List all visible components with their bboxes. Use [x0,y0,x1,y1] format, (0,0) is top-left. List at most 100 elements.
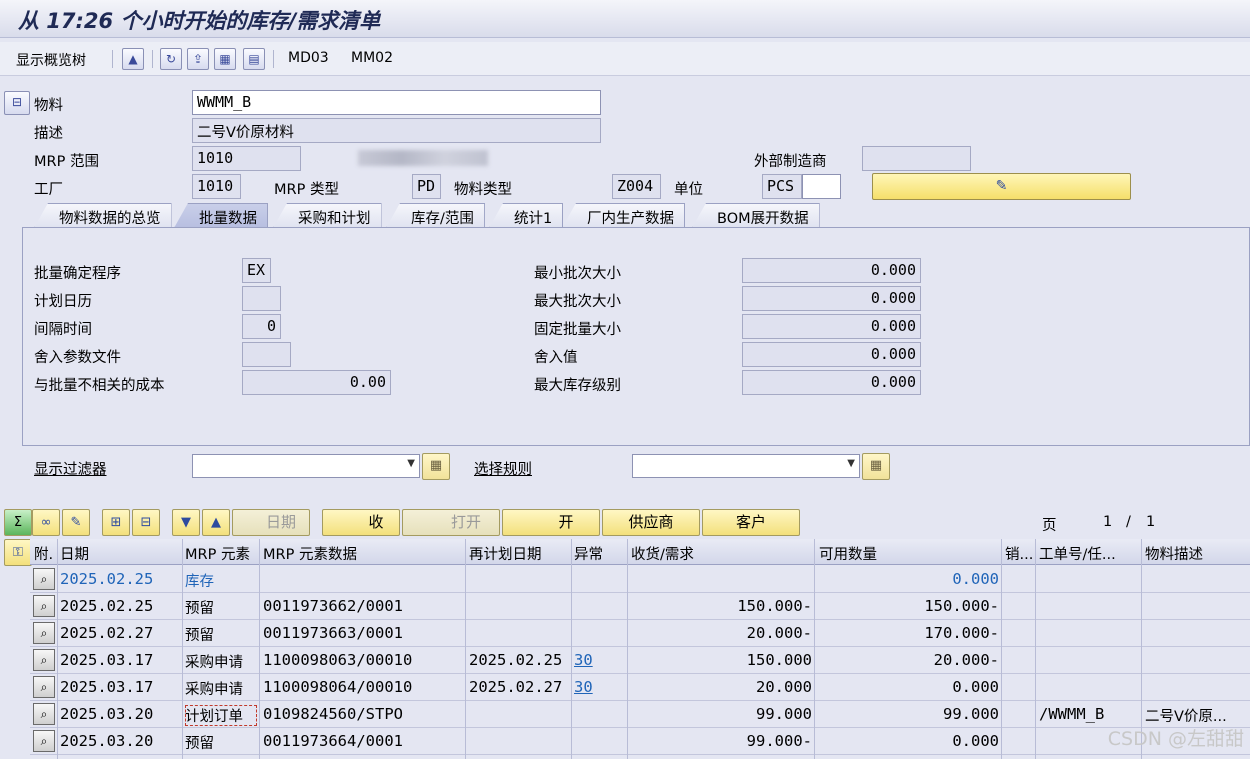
detail-magnifier-icon[interactable]: ⌕ [33,649,55,671]
page-separator: / [1126,514,1131,530]
separator [273,50,274,68]
mountain-icon[interactable]: ▲ [122,48,144,70]
detail-magnifier-icon[interactable]: ⌕ [33,595,55,617]
plant-label: 工厂 [34,182,63,198]
col-date[interactable]: 日期 [60,543,89,564]
date-button[interactable]: 日期 [232,509,310,536]
cell-avail: 0.000 [952,732,999,750]
planning-icon[interactable]: ⇪ [187,48,209,70]
col-attachment[interactable]: 附. [34,543,53,564]
col-sales[interactable]: 销... [1005,543,1033,564]
cell-avail: 99.000 [943,705,999,723]
tab-overview[interactable]: 物料数据的总览 [34,203,172,228]
material-field[interactable]: WWMM_B [192,90,601,115]
page-count: 1 [1146,514,1156,530]
refresh-icon[interactable]: ↻ [160,48,182,70]
mm02-button[interactable]: MM02 [351,50,393,66]
planning-calendar-field [242,286,281,311]
selection-rule-link[interactable]: 选择规则 [474,458,532,479]
unit-field: PCS [762,174,802,199]
title-bar: 从 17:26 个小时开始的库存/需求清单 [0,0,1250,38]
collapse-tree-icon[interactable]: ⊟ [132,509,160,536]
edit-button[interactable]: ✎ [872,173,1131,200]
col-order-number[interactable]: 工单号/任... [1039,543,1116,564]
cell-exc[interactable]: 30 [574,678,624,696]
cell-avail: 170.000- [924,624,999,642]
open-button[interactable]: 打开 [402,509,500,536]
col-available-qty[interactable]: 可用数量 [819,543,877,564]
filter-up-icon[interactable]: ▲ [202,509,230,536]
show-tree-button[interactable]: 显示概览树 [16,50,86,70]
cell-qty: 20.000- [746,624,812,642]
col-reschedule-date[interactable]: 再计划日期 [469,543,542,564]
max-lot-field: 0.000 [742,286,921,311]
col-mrp-element[interactable]: MRP 元素 [185,543,250,564]
cell-avail: 20.000- [933,651,999,669]
col-material-desc[interactable]: 物料描述 [1145,543,1203,564]
display-material-icon[interactable]: ▦ [214,48,236,70]
tab-inhouse-production[interactable]: 厂内生产数据 [562,203,685,228]
receive-button[interactable]: 收 [322,509,400,536]
description-field: 二号V价原材料 [192,118,601,143]
display-filter-link[interactable]: 显示过滤器 [34,458,107,479]
table-row[interactable]: ⌕ 2025.03.17 采购申请 1100098063/00010 2025.02.2… [30,647,1250,674]
header-toggle-icon[interactable]: ⊟ [4,91,30,115]
pencil-icon[interactable]: ✎ [62,509,90,536]
tab-stock-range[interactable]: 库存/范围 [386,203,485,228]
cell-exc[interactable]: 30 [574,651,624,669]
plant-field: 1010 [192,174,241,199]
ext-manufacturer-label: 外部制造商 [754,154,827,170]
sigma-icon[interactable]: Σ [4,509,32,536]
detail-magnifier-icon[interactable]: ⌕ [33,730,55,752]
customer-button[interactable]: 客户 [702,509,800,536]
glasses-icon[interactable]: ∞ [32,509,60,536]
app-toolbar: 显示概览树 ▲ ↻ ⇪ ▦ ▤ MD03 MM02 [0,42,1250,76]
grid-settings-icon[interactable]: ⚿ [4,539,32,566]
min-lot-field: 0.000 [742,258,921,283]
tab-bom-explosion[interactable]: BOM展开数据 [692,203,820,228]
unit-extra-field[interactable] [802,174,841,199]
col-mrp-element-data[interactable]: MRP 元素数据 [263,543,357,564]
rule-detail-button[interactable]: ▦ [862,453,890,480]
interval-label: 间隔时间 [34,322,92,338]
table-row[interactable]: ⌕ 2025.03.20 预留 0011973664/0001 99.000- 0.000 [30,728,1250,755]
tab-lot-data[interactable]: 批量数据 [174,203,268,228]
table-row[interactable]: ⌕ 2025.03.20 计划订单 0109824560/STPO 99.000 99.0… [30,701,1250,728]
lot-procedure-label: 批量确定程序 [34,266,121,282]
filter-detail-button[interactable]: ▦ [422,453,450,480]
table-row[interactable]: ⌕ 2025.02.25 库存 0.000 [30,566,1250,593]
cell-data: 1100098063/00010 [263,651,413,669]
cell-elem: 预留 [185,601,214,617]
display-filter-dropdown[interactable] [192,454,420,478]
cell-elem: 预留 [185,628,214,644]
col-receipt-requirement[interactable]: 收货/需求 [631,543,694,564]
detail-magnifier-icon[interactable]: ⌕ [33,703,55,725]
table-row[interactable]: ⌕ 2025.02.27 预留 0011973663/0001 20.000- 170.0… [30,620,1250,647]
tab-procurement[interactable]: 采购和计划 [273,203,382,228]
tab-statistics[interactable]: 统计1 [489,203,564,228]
detail-magnifier-icon[interactable]: ⌕ [33,568,55,590]
start-button[interactable]: 开 [502,509,600,536]
cell-date: 2025.03.20 [60,732,154,750]
table-row[interactable]: ⌕ 2025.02.25 预留 0011973662/0001 150.000- 150.… [30,593,1250,620]
material-type-label: 物料类型 [454,182,512,198]
cell-elem: 采购申请 [185,682,243,698]
expand-tree-icon[interactable]: ⊞ [102,509,130,536]
detail-magnifier-icon[interactable]: ⌕ [33,676,55,698]
mrp-type-label: MRP 类型 [274,182,339,198]
cell-qty: 150.000 [746,651,812,669]
md03-button[interactable]: MD03 [288,50,329,66]
filter-down-icon[interactable]: ▼ [172,509,200,536]
table-row[interactable]: ⌕ 2025.03.17 采购申请 1100098064/00010 2025.02.2… [30,674,1250,701]
cell-order: /WWMM_B [1039,705,1105,723]
mrp-type-field: PD [412,174,441,199]
col-exception[interactable]: 异常 [574,543,603,564]
page-label: 页 [1042,518,1057,534]
edit-icon: ✎ [995,178,1008,194]
supplier-button[interactable]: 供应商 [602,509,700,536]
detail-magnifier-icon[interactable]: ⌕ [33,622,55,644]
document-icon[interactable]: ▤ [243,48,265,70]
description-label: 描述 [34,126,63,142]
cell-data: 0011973662/0001 [263,597,403,615]
selection-rule-dropdown[interactable] [632,454,860,478]
